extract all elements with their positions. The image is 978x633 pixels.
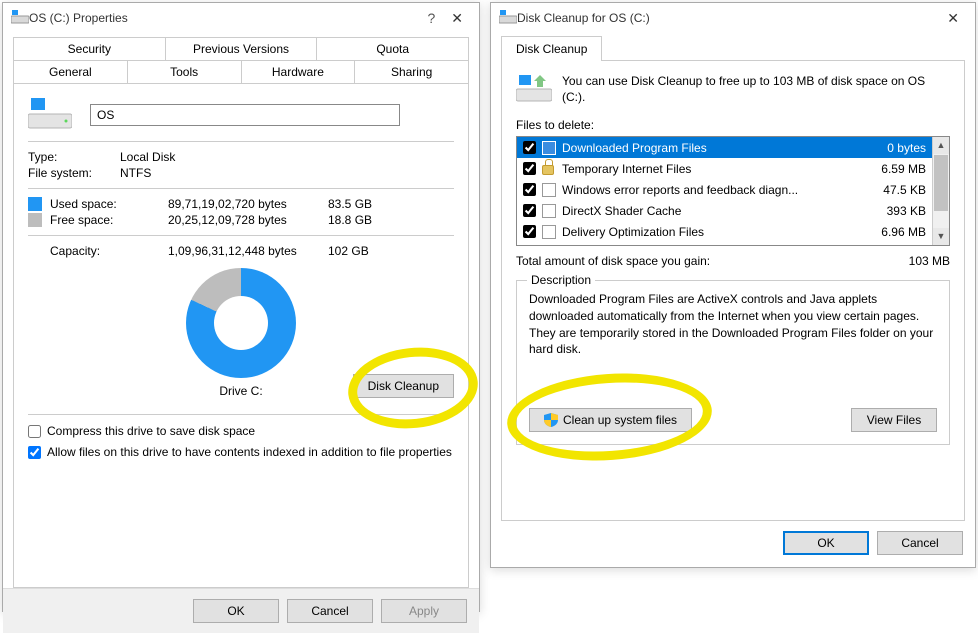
files-list: Downloaded Program Files0 bytesTemporary… — [516, 136, 950, 246]
description-group: Description Downloaded Program Files are… — [516, 280, 950, 445]
scroll-thumb[interactable] — [934, 155, 948, 211]
used-h: 83.5 GB — [328, 197, 372, 211]
capacity-label: Capacity: — [28, 244, 168, 258]
used-label: Used space: — [50, 197, 168, 211]
drive-name-input[interactable] — [90, 104, 400, 126]
clean-system-files-button[interactable]: Clean up system files — [529, 408, 692, 432]
drive-icon — [499, 10, 517, 27]
used-swatch — [28, 197, 42, 211]
disk-cleanup-button[interactable]: Disk Cleanup — [353, 374, 454, 398]
cleanup-icon — [516, 73, 552, 106]
compress-label: Compress this drive to save disk space — [47, 423, 255, 439]
dc-titlebar: Disk Cleanup for OS (C:) ✕ — [491, 3, 975, 33]
file-item-size: 0 bytes — [879, 141, 926, 155]
free-bytes: 20,25,12,09,728 bytes — [168, 213, 328, 227]
description-legend: Description — [527, 273, 595, 287]
close-button[interactable]: ✕ — [443, 10, 471, 27]
file-item[interactable]: Windows error reports and feedback diagn… — [517, 179, 932, 200]
file-item-size: 47.5 KB — [875, 183, 926, 197]
dc-tab-disk-cleanup[interactable]: Disk Cleanup — [501, 36, 602, 61]
tab-sharing[interactable]: Sharing — [355, 60, 469, 83]
folder-icon — [542, 141, 556, 155]
compress-checkbox[interactable] — [28, 425, 41, 438]
file-item-size: 6.96 MB — [873, 225, 926, 239]
file-item-checkbox[interactable] — [523, 225, 536, 238]
tab-previous-versions[interactable]: Previous Versions — [166, 37, 318, 60]
total-label: Total amount of disk space you gain: — [516, 254, 710, 268]
dc-ok-button[interactable]: OK — [783, 531, 869, 555]
scroll-down-icon[interactable]: ▼ — [933, 228, 949, 245]
drive-icon — [11, 10, 29, 27]
file-item[interactable]: DirectX Shader Cache393 KB — [517, 200, 932, 221]
dc-dialog-buttons: OK Cancel — [491, 521, 975, 565]
usage-donut — [186, 268, 296, 378]
capacity-bytes: 1,09,96,31,12,448 bytes — [168, 244, 328, 258]
disk-cleanup-dialog: Disk Cleanup for OS (C:) ✕ Disk Cleanup … — [490, 2, 976, 568]
dc-panel: You can use Disk Cleanup to free up to 1… — [501, 61, 965, 521]
type-value: Local Disk — [120, 150, 175, 164]
file-item-size: 393 KB — [879, 204, 926, 218]
dc-cancel-button[interactable]: Cancel — [877, 531, 963, 555]
fs-label: File system: — [28, 166, 120, 180]
titlebar: OS (C:) Properties ? ✕ — [3, 3, 479, 33]
file-item-name: Downloaded Program Files — [562, 141, 879, 155]
file-item-name: DirectX Shader Cache — [562, 204, 879, 218]
tab-security[interactable]: Security — [13, 37, 166, 60]
shield-icon — [544, 413, 558, 427]
file-item-checkbox[interactable] — [523, 162, 536, 175]
file-item-checkbox[interactable] — [523, 183, 536, 196]
drive-large-icon — [28, 96, 72, 133]
description-text: Downloaded Program Files are ActiveX con… — [529, 291, 937, 358]
dc-info-text: You can use Disk Cleanup to free up to 1… — [562, 73, 950, 105]
tab-general[interactable]: General — [13, 60, 128, 83]
capacity-h: 102 GB — [328, 244, 369, 258]
properties-dialog: OS (C:) Properties ? ✕ Security Previous… — [2, 2, 480, 612]
used-bytes: 89,71,19,02,720 bytes — [168, 197, 328, 211]
file-item[interactable]: Delivery Optimization Files6.96 MB — [517, 221, 932, 242]
fs-value: NTFS — [120, 166, 151, 180]
tab-area: Security Previous Versions Quota General… — [13, 37, 469, 588]
free-h: 18.8 GB — [328, 213, 372, 227]
general-panel: Type:Local Disk File system:NTFS Used sp… — [13, 83, 469, 588]
free-label: Free space: — [50, 213, 168, 227]
help-button[interactable]: ? — [419, 10, 443, 26]
dc-close-button[interactable]: ✕ — [939, 10, 967, 27]
dc-window-title: Disk Cleanup for OS (C:) — [517, 11, 939, 25]
tab-hardware[interactable]: Hardware — [242, 60, 356, 83]
window-title: OS (C:) Properties — [29, 11, 419, 25]
tab-quota[interactable]: Quota — [317, 37, 469, 60]
clean-system-files-label: Clean up system files — [563, 413, 677, 427]
total-value: 103 MB — [909, 254, 950, 268]
file-icon — [542, 183, 556, 197]
type-label: Type: — [28, 150, 120, 164]
file-item-name: Delivery Optimization Files — [562, 225, 873, 239]
scroll-up-icon[interactable]: ▲ — [933, 137, 949, 154]
dc-tab-strip: Disk Cleanup — [501, 35, 965, 61]
apply-button[interactable]: Apply — [381, 599, 467, 623]
cancel-button[interactable]: Cancel — [287, 599, 373, 623]
index-checkbox[interactable] — [28, 446, 41, 459]
index-label: Allow files on this drive to have conten… — [47, 444, 452, 460]
file-item-checkbox[interactable] — [523, 204, 536, 217]
dialog-buttons: OK Cancel Apply — [3, 588, 479, 633]
ok-button[interactable]: OK — [193, 599, 279, 623]
lock-icon — [542, 162, 556, 175]
files-to-delete-label: Files to delete: — [516, 118, 950, 132]
file-item[interactable]: Temporary Internet Files6.59 MB — [517, 158, 932, 179]
file-item-size: 6.59 MB — [873, 162, 926, 176]
file-icon — [542, 225, 556, 239]
list-scrollbar[interactable]: ▲ ▼ — [932, 137, 949, 245]
tab-tools[interactable]: Tools — [128, 60, 242, 83]
view-files-button[interactable]: View Files — [851, 408, 937, 432]
file-item-checkbox[interactable] — [523, 141, 536, 154]
file-item-name: Windows error reports and feedback diagn… — [562, 183, 875, 197]
file-item[interactable]: Downloaded Program Files0 bytes — [517, 137, 932, 158]
file-icon — [542, 204, 556, 218]
free-swatch — [28, 213, 42, 227]
file-item-name: Temporary Internet Files — [562, 162, 873, 176]
